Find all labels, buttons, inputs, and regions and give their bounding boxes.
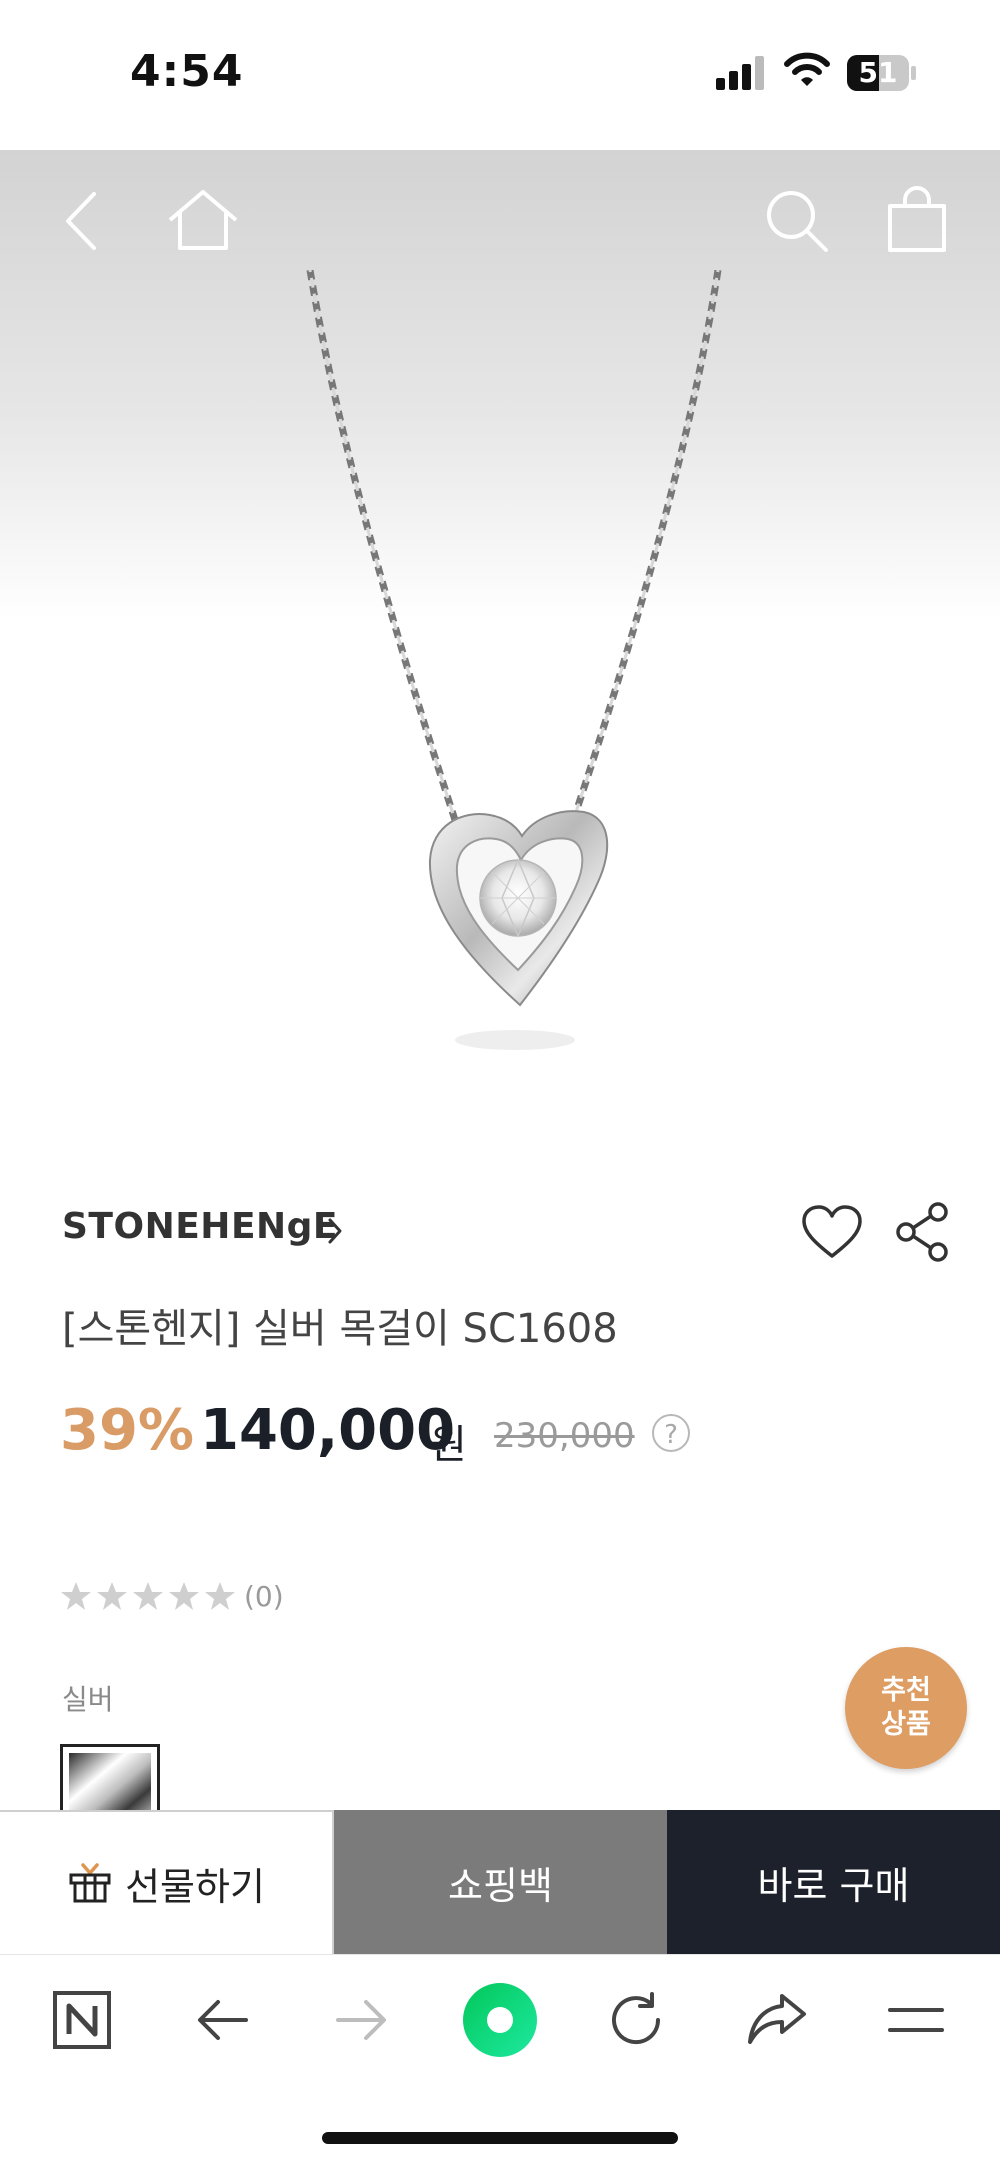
recommend-products-button[interactable]: 추천 상품 [845, 1647, 967, 1769]
product-title: [스톤헨지] 실버 목걸이 SC1608 [62, 1306, 618, 1352]
brand-link[interactable]: STONEHENgE [62, 1206, 338, 1247]
search-icon[interactable] [764, 188, 830, 254]
gift-icon [69, 1863, 111, 1903]
forward-arrow-icon[interactable] [334, 1998, 388, 2042]
signal-icon [716, 56, 764, 90]
naver-n-icon[interactable] [52, 1990, 112, 2050]
star-icon [205, 1582, 235, 1610]
back-arrow-icon[interactable] [196, 1998, 250, 2042]
star-icon [97, 1582, 127, 1610]
gift-button[interactable]: 선물하기 [0, 1810, 334, 1954]
heart-icon[interactable] [800, 1204, 864, 1260]
share-icon[interactable] [892, 1200, 956, 1264]
sale-price: 140,000 [200, 1398, 456, 1463]
green-dot-icon[interactable] [462, 1982, 538, 2058]
refresh-icon[interactable] [608, 1990, 668, 2050]
home-icon[interactable] [166, 188, 240, 252]
price-help-icon[interactable]: ? [652, 1414, 690, 1452]
discount-rate: 39% [60, 1398, 195, 1463]
rating-stars [61, 1582, 235, 1610]
share-arrow-icon[interactable] [746, 1990, 808, 2048]
review-count[interactable]: (0) [244, 1580, 284, 1613]
menu-icon[interactable] [886, 2002, 946, 2038]
back-icon[interactable] [62, 190, 102, 252]
star-icon [169, 1582, 199, 1610]
buy-now-button[interactable]: 바로 구매 [667, 1810, 1000, 1954]
recommend-line1: 추천 [881, 1675, 931, 1706]
original-price: 230,000 [494, 1416, 635, 1456]
chevron-right-icon[interactable] [326, 1214, 346, 1248]
price-unit: 원 [430, 1422, 467, 1468]
battery-level: 51 [858, 56, 898, 89]
shopping-bag-button[interactable]: 쇼핑백 [334, 1810, 667, 1954]
home-indicator [322, 2132, 678, 2144]
product-image [306, 270, 722, 1050]
color-swatch-silver[interactable] [60, 1744, 160, 1820]
wifi-icon [784, 52, 830, 86]
status-time: 4:54 [130, 46, 244, 97]
option-label: 실버 [62, 1683, 114, 1716]
star-icon [61, 1582, 91, 1610]
shopping-bag-icon[interactable] [886, 186, 948, 254]
recommend-line2: 상품 [881, 1709, 931, 1740]
star-icon [133, 1582, 163, 1610]
gift-label: 선물하기 [125, 1864, 265, 1909]
